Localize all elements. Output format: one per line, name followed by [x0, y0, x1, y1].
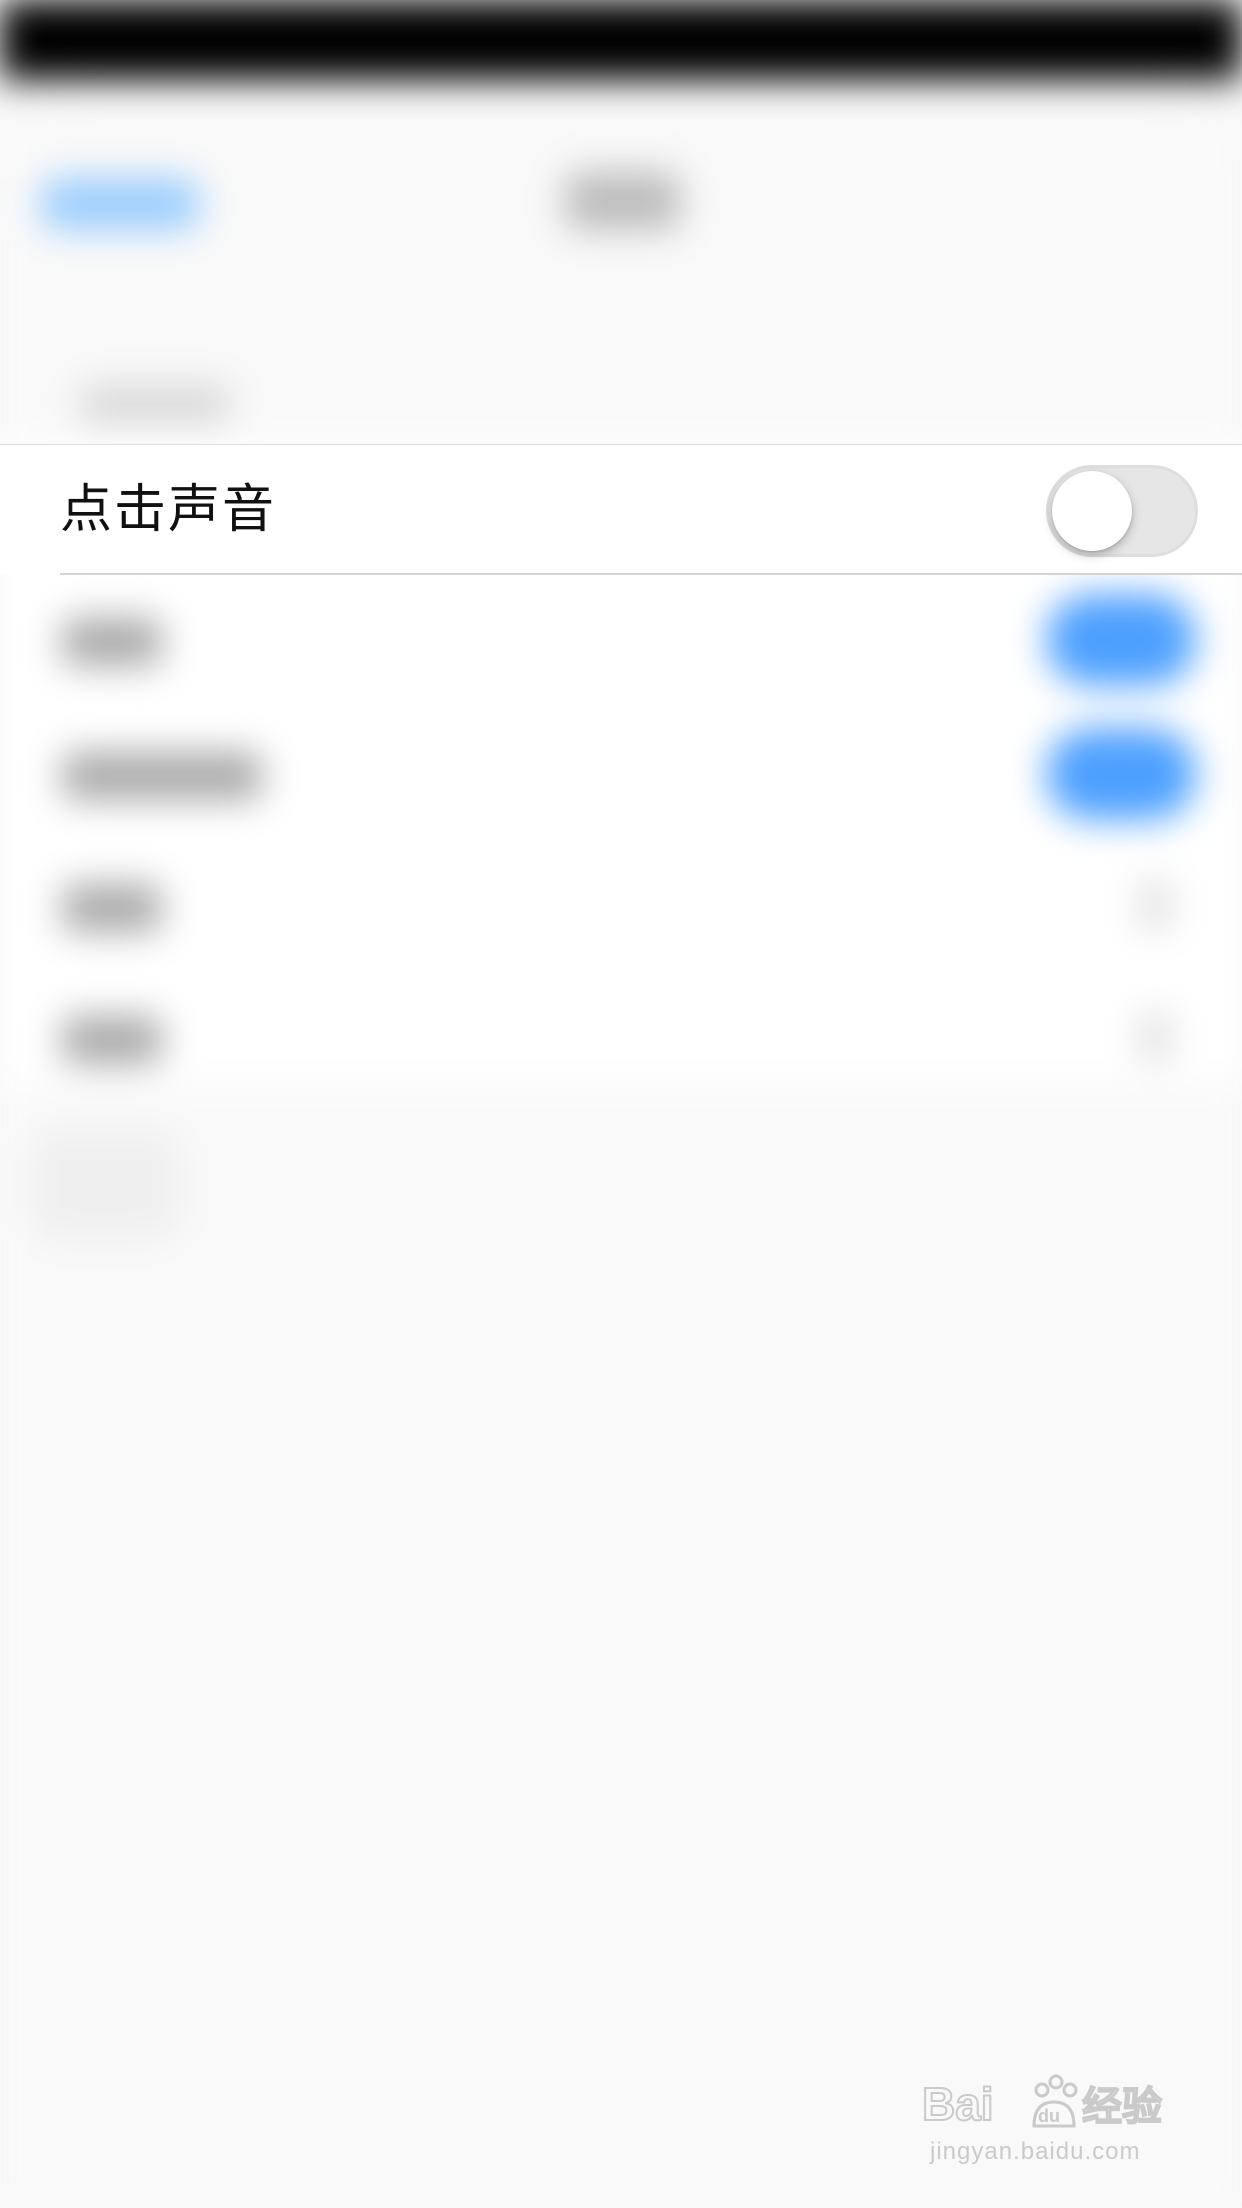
row-divider: [60, 573, 1242, 575]
setting-label: 点击声音: [60, 480, 277, 540]
chevron-right-icon: [1140, 1012, 1170, 1062]
setting-row-click-sound[interactable]: 点击声音: [0, 444, 1242, 575]
row-label-blurred: [62, 618, 162, 666]
chevron-right-icon: [1140, 880, 1170, 930]
section-header-blurred: [80, 385, 230, 423]
svg-text:经验: 经验: [1082, 2084, 1162, 2130]
click-sound-toggle[interactable]: [1046, 465, 1198, 557]
toggle-on-blurred: [1046, 728, 1196, 820]
footer-blurred: [30, 1130, 180, 1240]
row-label-blurred: [62, 1016, 162, 1064]
baidu-logo-icon: Bai du 经验: [922, 2074, 1163, 2131]
baidu-jingyan-watermark: Bai du 经验 jingyan.baidu.com: [922, 2068, 1182, 2178]
blurred-background: [0, 0, 1242, 2208]
svg-text:Bai: Bai: [922, 2078, 994, 2130]
watermark-url: jingyan.baidu.com: [930, 2138, 1141, 2165]
row-label-blurred: [62, 884, 162, 932]
svg-text:du: du: [1038, 2106, 1060, 2126]
screen: 点击声音 Bai du 经验 jingyan.baidu.com: [0, 0, 1242, 2208]
row-label-blurred: [62, 752, 262, 800]
status-bar: [0, 0, 1242, 80]
toggle-knob: [1052, 471, 1132, 551]
nav-title-blurred: [565, 172, 680, 230]
back-button-blurred: [40, 178, 200, 230]
toggle-on-blurred: [1046, 594, 1196, 686]
